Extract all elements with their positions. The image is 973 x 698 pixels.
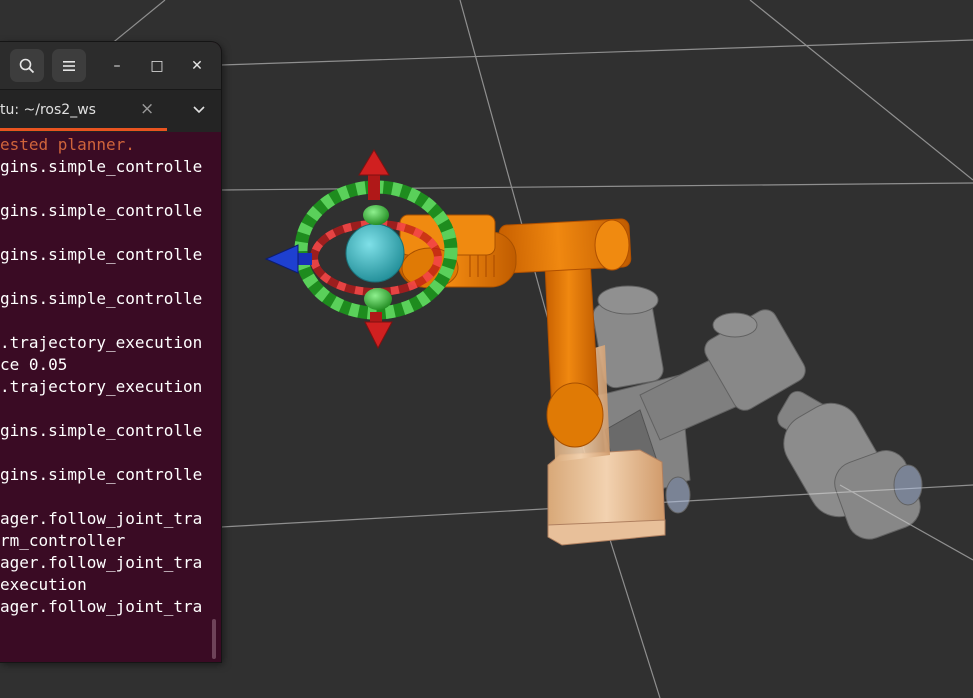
terminal-window[interactable]: – □ ✕ tu: ~/ros2_ws × ested planner. gins… (0, 42, 221, 662)
terminal-line: gins.simple_controlle (0, 421, 203, 440)
terminal-line: execution (0, 575, 87, 594)
hamburger-menu-icon (63, 60, 75, 71)
search-button[interactable] (10, 49, 44, 82)
close-button[interactable]: ✕ (186, 55, 208, 77)
tab-label: tu: ~/ros2_ws (0, 102, 96, 118)
tab-close-icon[interactable]: × (140, 99, 154, 119)
tab-dropdown-button[interactable] (189, 100, 209, 120)
terminal-scrollbar[interactable] (212, 619, 216, 659)
terminal-output[interactable]: ested planner. gins.simple_controlle gins.… (0, 131, 221, 662)
maximize-icon: □ (150, 58, 164, 74)
menu-button[interactable] (52, 49, 86, 82)
chevron-down-icon (193, 106, 205, 114)
terminal-line: gins.simple_controlle (0, 201, 203, 220)
terminal-line: gins.simple_controlle (0, 245, 203, 264)
maximize-button[interactable]: □ (146, 55, 168, 77)
terminal-line: ager.follow_joint_tra (0, 509, 203, 528)
terminal-line: .trajectory_execution (0, 333, 203, 352)
terminal-line: ager.follow_joint_tra (0, 553, 203, 572)
minimize-button[interactable]: – (106, 55, 128, 77)
terminal-line: ested planner. (0, 135, 135, 154)
terminal-line: ager.follow_joint_tra (0, 597, 203, 616)
terminal-line: rm_controller (0, 531, 126, 550)
terminal-line: gins.simple_controlle (0, 289, 203, 308)
terminal-line: ce 0.05 (0, 355, 68, 374)
terminal-line: gins.simple_controlle (0, 465, 203, 484)
terminal-tab-bar: tu: ~/ros2_ws × (0, 89, 221, 132)
search-icon (19, 58, 35, 73)
minimize-icon: – (113, 58, 121, 74)
terminal-headerbar: – □ ✕ (0, 42, 221, 89)
ground-grid (109, 0, 973, 698)
close-icon: ✕ (191, 58, 203, 74)
terminal-line: .trajectory_execution (0, 377, 203, 396)
terminal-line: gins.simple_controlle (0, 157, 203, 176)
